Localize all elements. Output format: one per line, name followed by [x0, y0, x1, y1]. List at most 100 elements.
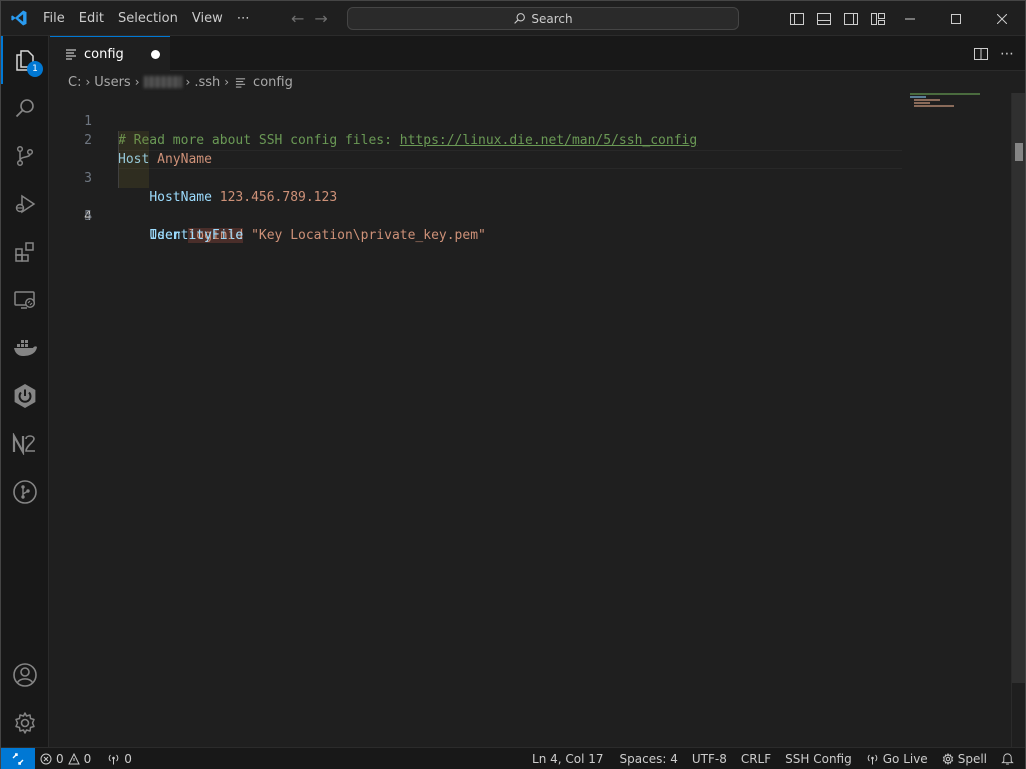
search-icon — [15, 99, 34, 118]
spell-check-button[interactable]: Spell — [937, 748, 992, 769]
remote-explorer-icon — [14, 291, 36, 309]
settings-gear-icon — [15, 712, 35, 734]
language-mode[interactable]: SSH Config — [780, 748, 857, 769]
code-editor[interactable]: 1 # Read more about SSH config files: ht… — [50, 93, 1010, 747]
accounts-button[interactable] — [1, 651, 49, 699]
code-line[interactable]: 3 HostName 123.456.789.123 — [50, 131, 905, 205]
forward-arrow-icon[interactable]: → — [314, 9, 327, 28]
run-debug-icon — [15, 194, 36, 214]
git-graph-button[interactable] — [1, 468, 49, 516]
menu-selection[interactable]: Selection — [111, 1, 185, 36]
minimap-line — [910, 93, 980, 95]
source-control-button[interactable] — [1, 132, 49, 180]
code-line[interactable]: 1 # Read more about SSH config files: ht… — [50, 93, 905, 148]
encoding[interactable]: UTF-8 — [687, 748, 732, 769]
code-line-current[interactable]: 4 User loginid — [50, 150, 905, 243]
layout-controls — [787, 1, 888, 36]
chevron-right-icon: › — [85, 75, 91, 89]
extensions-icon — [15, 242, 34, 262]
git-graph-icon — [13, 480, 37, 504]
title-bar: File Edit Selection View ⋯ ← → Search — [1, 1, 1025, 36]
split-editor-icon[interactable] — [971, 44, 991, 64]
menu-more[interactable]: ⋯ — [230, 1, 257, 36]
status-bar-right: Ln 4, Col 17 Spaces: 4 UTF-8 CRLF SSH Co… — [527, 748, 1025, 769]
indentation[interactable]: Spaces: 4 — [615, 748, 683, 769]
error-icon — [40, 753, 52, 764]
warning-count: 0 — [83, 751, 92, 766]
line-content: HostName 123.456.789.123 — [118, 188, 337, 207]
docker-icon — [14, 340, 37, 356]
error-count: 0 — [56, 751, 64, 766]
remote-explorer-button[interactable] — [1, 276, 49, 324]
end-of-line[interactable]: CRLF — [736, 748, 776, 769]
minimize-icon[interactable] — [887, 1, 933, 36]
file-lines-icon — [235, 77, 246, 88]
minimap-line — [914, 105, 954, 107]
unsaved-dot-icon[interactable] — [151, 50, 160, 59]
editor-actions: ⋯ — [971, 36, 1025, 71]
gear-icon — [942, 752, 953, 765]
n2-button[interactable] — [1, 420, 49, 468]
chevron-right-icon: › — [185, 75, 191, 89]
cursor-position-marker — [1015, 143, 1023, 161]
close-icon[interactable] — [979, 1, 1025, 36]
explorer-button[interactable]: 1 — [1, 36, 49, 84]
current-line-highlight — [118, 150, 902, 169]
activity-bar: 1 — [1, 36, 49, 747]
manage-button[interactable] — [1, 699, 49, 747]
minimap[interactable] — [910, 93, 1010, 123]
file-lines-icon — [66, 49, 76, 60]
power-icon — [14, 384, 36, 408]
cursor-position[interactable]: Ln 4, Col 17 — [527, 748, 609, 769]
indent-guide — [118, 150, 149, 169]
extensions-button[interactable] — [1, 228, 49, 276]
search-button[interactable] — [1, 84, 49, 132]
back-arrow-icon[interactable]: ← — [291, 9, 304, 28]
breadcrumb-file[interactable]: config — [251, 75, 295, 90]
tab-config[interactable]: config — [50, 36, 170, 71]
toggle-primary-sidebar-icon[interactable] — [787, 9, 807, 29]
notifications-button[interactable] — [996, 748, 1019, 769]
vertical-scrollbar[interactable] — [1011, 93, 1025, 747]
customize-layout-icon[interactable] — [868, 9, 888, 29]
scrollbar-thumb[interactable] — [1012, 93, 1025, 683]
code-line[interactable]: 2 Host AnyName — [50, 112, 905, 167]
status-bar: 0 0 0 Ln 4, Col 17 Spaces: 4 UTF-8 CRLF … — [1, 747, 1025, 769]
maximize-icon[interactable] — [933, 1, 979, 36]
keyword-identityfile: IdentityFile — [149, 228, 244, 243]
code-line[interactable]: 5 IdentityFile "Key Location\private_key… — [50, 169, 905, 243]
more-actions-icon[interactable]: ⋯ — [997, 44, 1017, 64]
remote-indicator[interactable] — [1, 747, 35, 769]
docker-button[interactable] — [1, 324, 49, 372]
menu-edit[interactable]: Edit — [72, 1, 111, 36]
line-number: 5 — [84, 209, 92, 224]
breadcrumb-drive[interactable]: C: — [66, 75, 83, 90]
hostname-value: 123.456.789.123 — [219, 190, 338, 205]
menu-view[interactable]: View — [185, 1, 230, 36]
line-content: IdentityFile "Key Location\private_key.p… — [118, 226, 486, 245]
breadcrumb-users[interactable]: Users — [92, 75, 132, 90]
go-live-button[interactable]: Go Live — [861, 748, 933, 769]
editor-tabs-bar: config ⋯ — [50, 36, 1025, 71]
minimap-line — [910, 96, 926, 98]
search-label: Search — [531, 11, 573, 26]
explorer-badge: 1 — [27, 61, 43, 77]
indent-guide — [118, 131, 149, 150]
vscode-window: File Edit Selection View ⋯ ← → Search 1 … — [0, 0, 1026, 769]
ports-indicator[interactable]: 0 — [102, 748, 137, 769]
toggle-panel-icon[interactable] — [814, 9, 834, 29]
menu-bar: File Edit Selection View ⋯ — [36, 1, 257, 36]
command-center-search[interactable]: Search — [347, 7, 739, 30]
problems-indicator[interactable]: 0 0 — [35, 748, 96, 769]
power-button[interactable] — [1, 372, 49, 420]
toggle-secondary-sidebar-icon[interactable] — [841, 9, 861, 29]
search-icon — [514, 13, 526, 24]
breadcrumb-ssh-folder[interactable]: .ssh — [192, 75, 222, 90]
run-debug-button[interactable] — [1, 180, 49, 228]
breadcrumb-username-redacted[interactable] — [143, 76, 182, 88]
menu-file[interactable]: File — [36, 1, 72, 36]
identityfile-value: "Key Location\private_key.pem" — [251, 228, 486, 243]
warning-icon — [67, 752, 80, 764]
account-icon — [13, 663, 37, 687]
tab-label: config — [84, 46, 124, 62]
